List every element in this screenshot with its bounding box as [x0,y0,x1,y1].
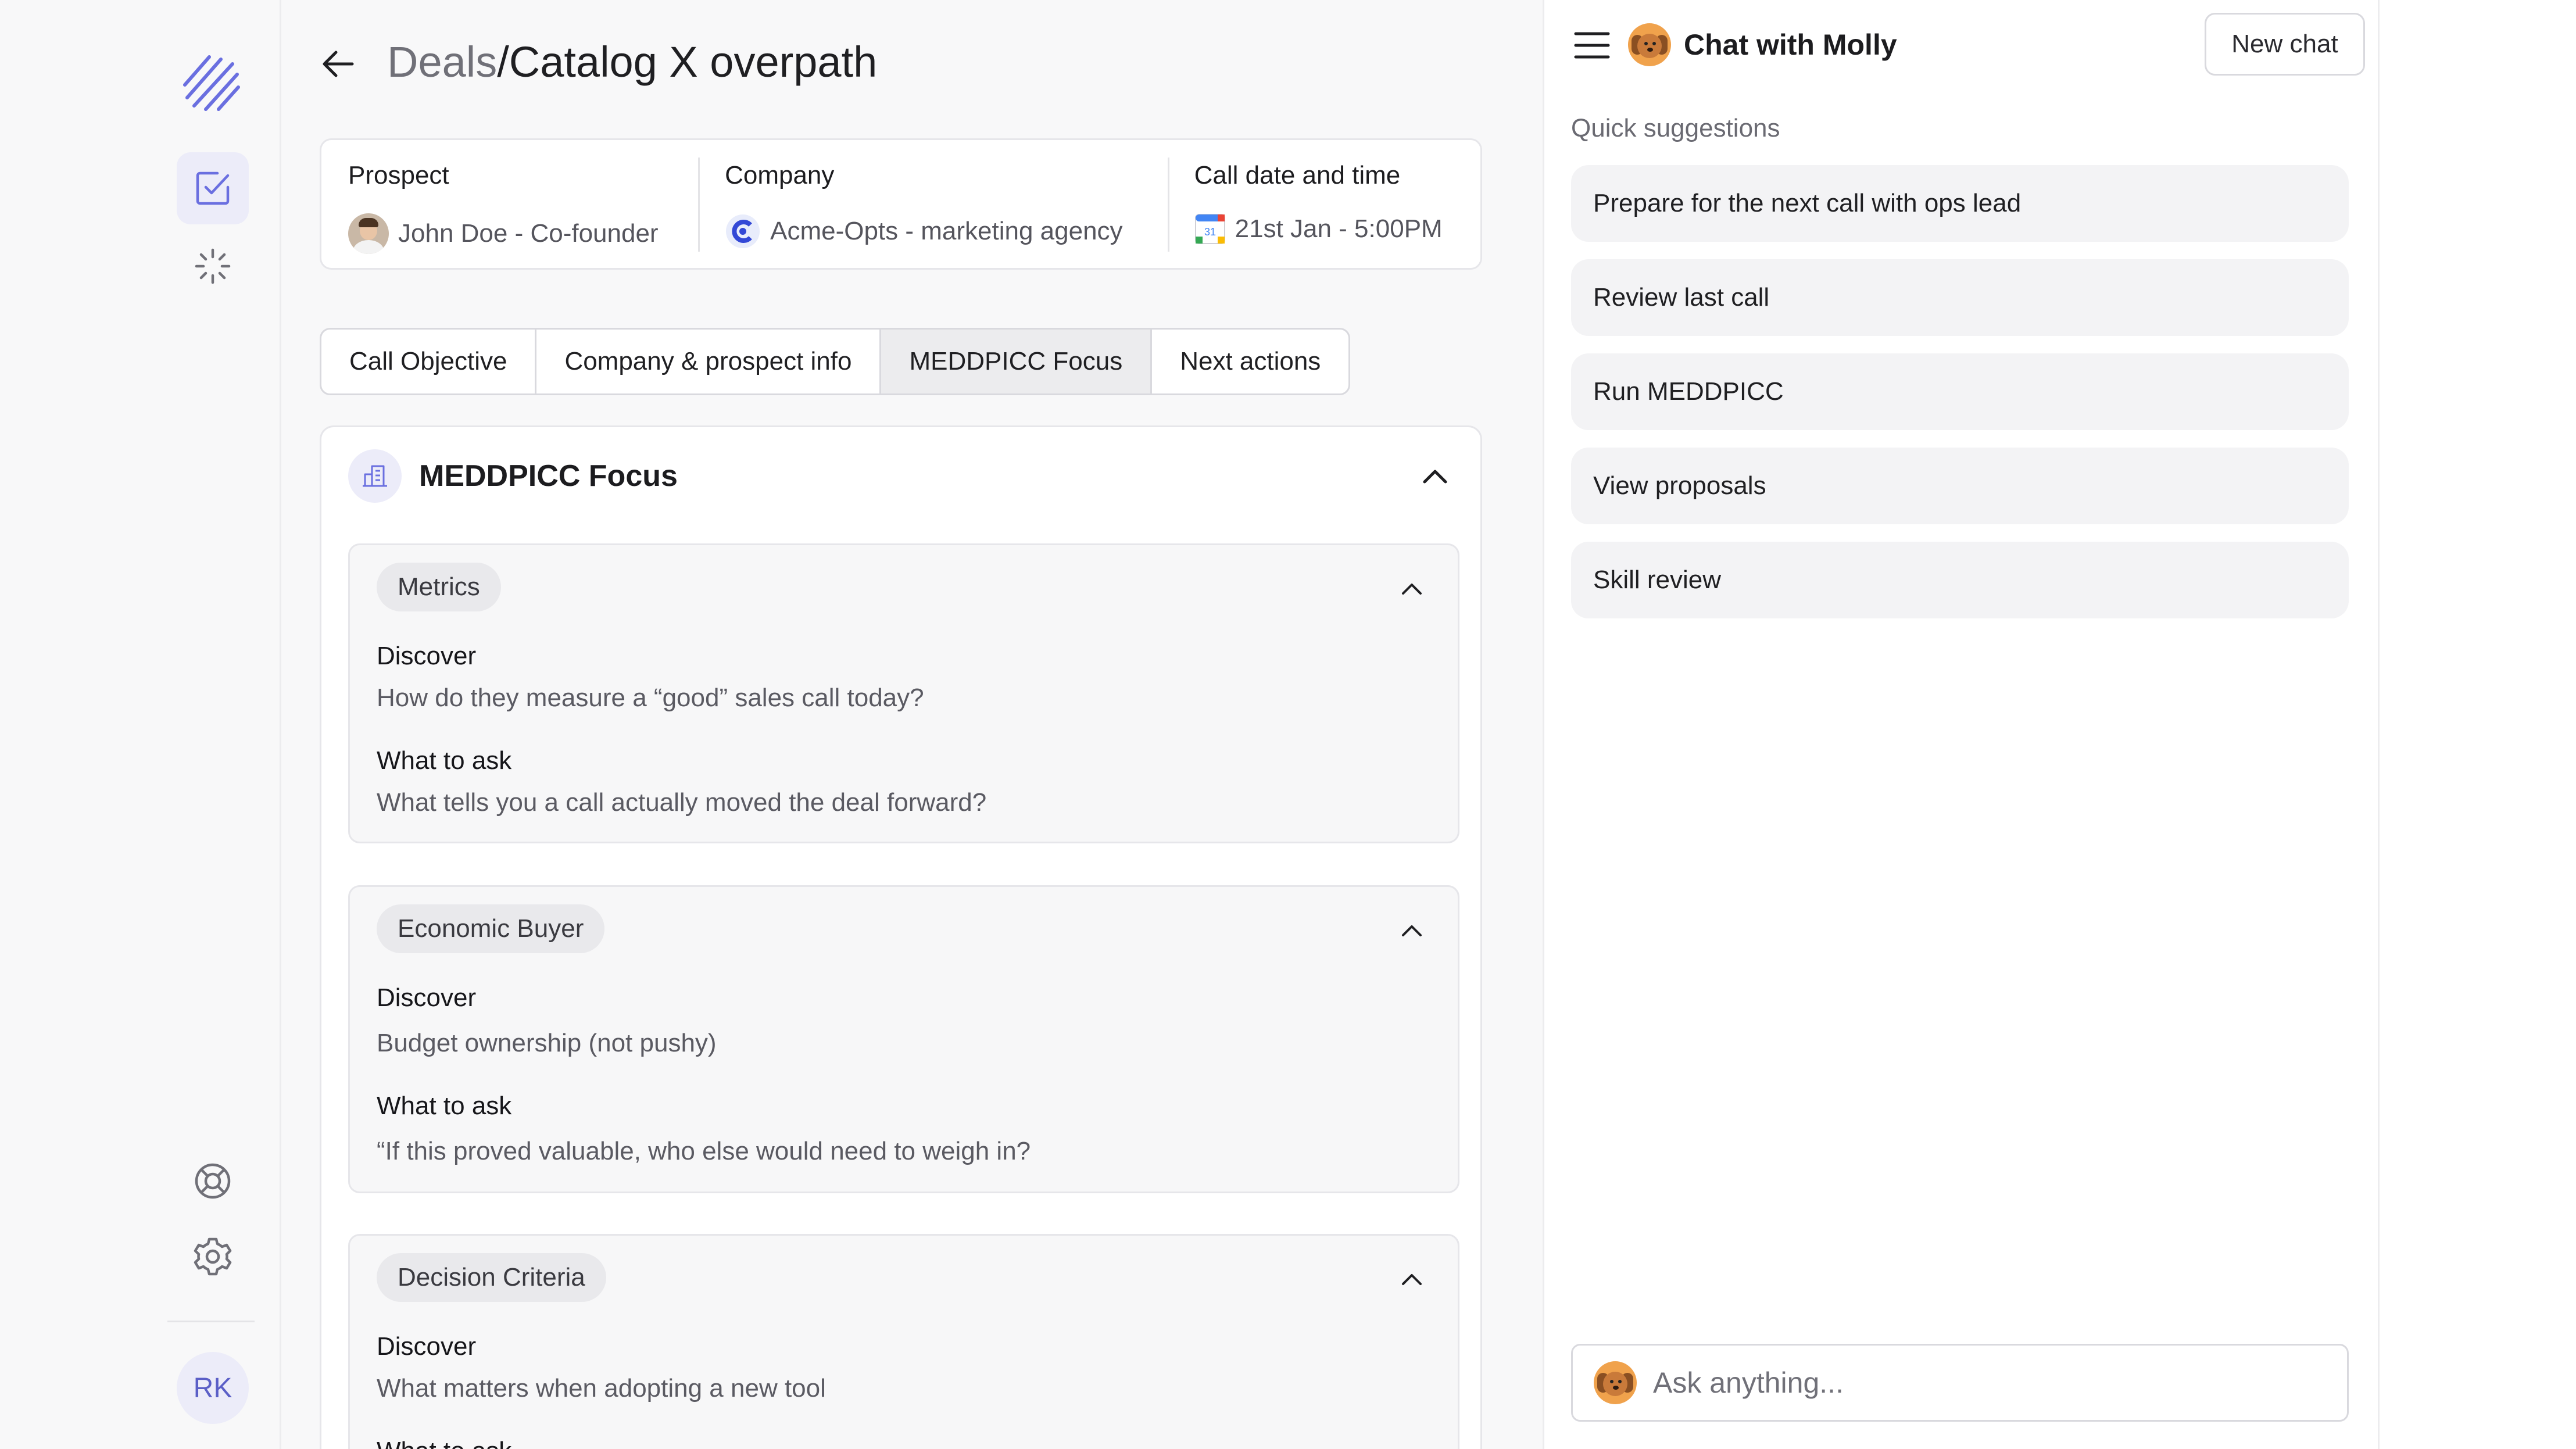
discover-label: Discover [377,1332,477,1361]
section-economic-buyer: Economic Buyer Discover Budget ownership… [348,885,1459,1193]
suggestion-chip[interactable]: Skill review [1571,542,2349,618]
chevron-up-icon[interactable] [1419,460,1451,492]
company-logo-icon [726,214,760,248]
company-value: Acme-Opts - marketing agency [725,213,1141,249]
prospect-label: Prospect [348,161,449,189]
suggestion-chip[interactable]: Review last call [1571,259,2349,336]
calendar-icon: 31 [1194,214,1225,244]
ask-label: What to ask [377,746,512,775]
company-column: Company Acme-Opts - marketing agency [698,140,1168,268]
building-icon [363,465,387,487]
suggestion-chip[interactable]: Run MEDDPICC [1571,353,2349,430]
focus-title: MEDDPICC Focus [419,459,678,493]
chat-panel: Chat with Molly New chat Quick suggestio… [1543,0,2380,1449]
prospect-column: Prospect John Doe - Co-founder [321,140,698,268]
suggestion-chip[interactable]: Prepare for the next call with ops lead [1571,165,2349,242]
deal-title: Catalog X overpath [509,38,878,86]
user-avatar[interactable]: RK [177,1352,249,1424]
meddpicc-focus-card: MEDDPICC Focus Metrics Discover How do t… [320,425,1482,1449]
ask-label: What to ask [377,1437,511,1449]
focus-icon-wrap [348,449,402,503]
call-label: Call date and time [1194,161,1401,189]
breadcrumb-separator: / [497,38,509,86]
nav-loader-button[interactable] [177,230,249,302]
loader-icon [195,248,231,284]
company-name: Acme-Opts - marketing agency [770,217,1123,245]
breadcrumb-deals[interactable]: Deals [387,38,497,86]
ask-text: What tells you a call actually moved the… [377,788,987,817]
help-button[interactable] [177,1145,249,1217]
section-decision-criteria: Decision Criteria Discover What matters … [348,1234,1459,1449]
discover-label: Discover [377,983,477,1012]
tab-company-prospect-info[interactable]: Company & prospect info [535,330,879,393]
chat-input-box[interactable] [1571,1344,2349,1422]
help-icon [195,1163,231,1199]
discover-text: What matters when adopting a new tool [377,1374,826,1403]
chevron-up-icon[interactable] [1398,917,1425,944]
call-column: Call date and time 31 21st Jan - 5:00PM [1167,140,1480,268]
menu-icon[interactable] [1573,30,1611,60]
prospect-name: John Doe - Co-founder [398,219,659,248]
tab-meddpicc-focus[interactable]: MEDDPICC Focus [879,330,1151,393]
right-margin [2380,0,2576,1449]
molly-avatar [1628,23,1671,66]
prospect-value: John Doe - Co-founder [348,213,671,254]
tab-bar: Call Objective Company & prospect info M… [320,328,1351,395]
gear-icon [194,1237,232,1276]
chat-title: Chat with Molly [1684,28,1897,61]
discover-label: Discover [377,642,477,670]
chevron-up-icon[interactable] [1398,575,1425,602]
call-value: 31 21st Jan - 5:00PM [1194,213,1469,245]
section-pill: Metrics [377,563,501,611]
app-window: RK Deals/Catalog X overpath Prospect Joh… [0,0,2576,1449]
suggestion-chip[interactable]: View proposals [1571,448,2349,524]
nav-deals-button[interactable] [177,152,249,224]
call-datetime: 21st Jan - 5:00PM [1235,214,1443,243]
prospect-avatar [348,213,389,254]
discover-text: How do they measure a “good” sales call … [377,684,924,712]
tab-next-actions[interactable]: Next actions [1150,330,1348,393]
section-pill: Decision Criteria [377,1253,606,1302]
new-chat-button[interactable]: New chat [2205,13,2365,76]
chat-input[interactable] [1652,1365,2323,1400]
section-metrics: Metrics Discover How do they measure a “… [348,543,1459,843]
quick-suggestions-label: Quick suggestions [1571,114,1780,142]
checklist-icon [196,171,230,205]
deal-info-card: Prospect John Doe - Co-founder Company A… [320,138,1482,270]
chevron-up-icon[interactable] [1398,1266,1425,1293]
sidebar-divider [167,1321,255,1322]
focus-header: MEDDPICC Focus [348,448,678,504]
molly-avatar [1594,1361,1637,1404]
back-arrow-icon[interactable] [320,45,357,83]
section-pill: Economic Buyer [377,904,605,953]
settings-button[interactable] [177,1221,249,1293]
ask-text: “If this proved valuable, who else would… [377,1137,1031,1165]
logo-icon[interactable] [179,51,243,115]
main-content: Deals/Catalog X overpath Prospect John D… [281,0,1543,1449]
sidebar: RK [0,0,281,1449]
tab-call-objective[interactable]: Call Objective [321,330,535,393]
page-title: Deals/Catalog X overpath [387,37,877,87]
discover-text: Budget ownership (not pushy) [377,1029,717,1057]
ask-label: What to ask [377,1092,512,1120]
svg-text:31: 31 [1204,226,1216,238]
company-label: Company [725,161,835,189]
